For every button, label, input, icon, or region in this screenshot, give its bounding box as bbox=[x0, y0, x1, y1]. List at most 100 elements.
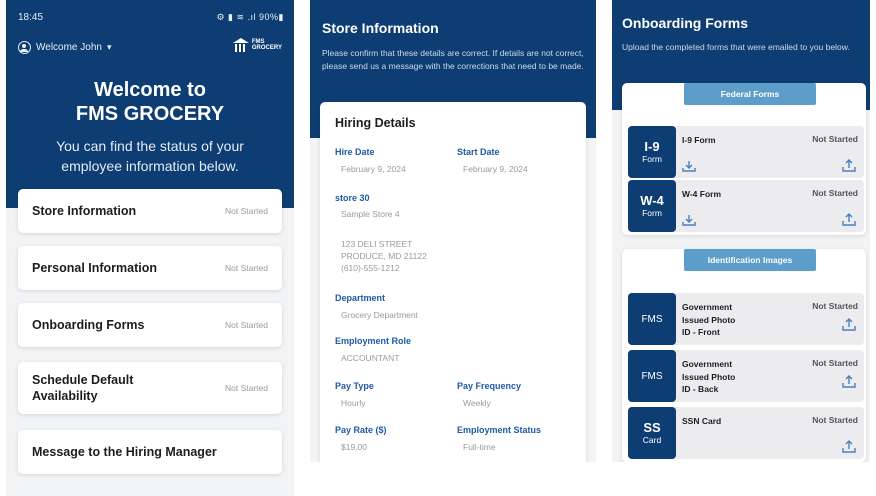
title-line1: Welcome to bbox=[94, 79, 206, 101]
employment-status-value: Full-time bbox=[463, 442, 496, 452]
title-line2: FMS GROCERY bbox=[75, 103, 225, 125]
upload-icon[interactable] bbox=[842, 212, 856, 226]
status-badge: Not Started bbox=[225, 206, 268, 216]
subtitle-line2: employee information below. bbox=[61, 158, 239, 174]
form-tile-i9: I-9 Form bbox=[628, 126, 676, 178]
hire-date-label: Hire Date bbox=[335, 147, 375, 157]
menu-item-schedule-availability[interactable]: Schedule Default Availability Not Starte… bbox=[18, 362, 282, 414]
address-line3: (610)-555-1212 bbox=[341, 263, 400, 273]
menu-item-store-information[interactable]: Store Information Not Started bbox=[18, 189, 282, 233]
form-row-i9: I-9 Form I-9 Form Not Started bbox=[628, 126, 864, 178]
department-label: Department bbox=[335, 293, 386, 303]
employment-role-value: ACCOUNTANT bbox=[341, 353, 400, 363]
form-tile-id-back: FMS bbox=[628, 350, 676, 402]
menu-item-personal-information[interactable]: Personal Information Not Started bbox=[18, 246, 282, 290]
menu-item-message-hiring-manager[interactable]: Message to the Hiring Manager bbox=[18, 430, 282, 474]
tile-sub: Card bbox=[642, 435, 662, 445]
status-badge: Not Started bbox=[225, 383, 268, 393]
form-name: W-4 Form bbox=[682, 189, 722, 199]
menu-item-label: Message to the Hiring Manager bbox=[32, 445, 217, 459]
hiring-details-card: Hiring Details Hire Date February 9, 202… bbox=[320, 102, 586, 462]
pay-rate-label: Pay Rate ($) bbox=[335, 425, 387, 435]
name-line3: ID - Back bbox=[682, 384, 719, 394]
status-badge: Not Started bbox=[812, 188, 858, 198]
federal-forms-heading: Federal Forms bbox=[684, 83, 816, 105]
menu-item-label: Onboarding Forms bbox=[32, 318, 145, 332]
welcome-screen: 18:45 ⚙ ▮ ≋ .ıl 90%▮ Welcome John ▾ FMS … bbox=[6, 0, 294, 496]
status-badge: Not Started bbox=[225, 320, 268, 330]
tile-sub: Form bbox=[642, 208, 662, 218]
form-tile-id-front: FMS bbox=[628, 293, 676, 345]
menu-item-label: Store Information bbox=[32, 204, 137, 218]
form-name: SSN Card bbox=[682, 416, 722, 426]
download-icon[interactable] bbox=[682, 214, 696, 226]
logo-line2: GROCERY bbox=[251, 45, 282, 51]
upload-icon[interactable] bbox=[842, 158, 856, 172]
tile-code: W-4 bbox=[640, 193, 664, 208]
menu-item-label: Personal Information bbox=[32, 261, 158, 275]
store-address: 123 DELI STREET PRODUCE, MD 21122 (610)-… bbox=[341, 238, 427, 274]
store-label: store 30 bbox=[335, 193, 370, 203]
status-badge: Not Started bbox=[812, 358, 858, 368]
page-title: Welcome to FMS GROCERY bbox=[6, 78, 294, 126]
tile-code: FMS bbox=[641, 370, 663, 382]
status-time: 18:45 bbox=[18, 12, 44, 23]
menu-item-onboarding-forms[interactable]: Onboarding Forms Not Started bbox=[18, 303, 282, 347]
employment-status-label: Employment Status bbox=[457, 425, 542, 435]
status-badge: Not Started bbox=[225, 263, 268, 273]
form-name: Government Issued Photo ID - Front bbox=[682, 301, 762, 339]
user-circle-icon bbox=[18, 40, 31, 54]
label-line2: Availability bbox=[32, 389, 98, 403]
form-tile-ssn-card: SS Card bbox=[628, 407, 676, 459]
store-information-screen: Store Information Please confirm that th… bbox=[310, 0, 596, 462]
status-badge: Not Started bbox=[812, 415, 858, 425]
pay-frequency-label: Pay Frequency bbox=[457, 381, 522, 391]
tile-code: FMS bbox=[641, 313, 663, 325]
identification-images-group: Identification Images FMS Government Iss… bbox=[622, 249, 866, 462]
store-info-title: Store Information bbox=[322, 20, 439, 36]
label-line1: Schedule Default bbox=[32, 373, 134, 387]
chevron-down-icon: ▾ bbox=[106, 41, 112, 52]
onboarding-title: Onboarding Forms bbox=[622, 15, 748, 31]
form-tile-w4: W-4 Form bbox=[628, 180, 676, 232]
name-line3: ID - Front bbox=[682, 327, 720, 337]
pay-type-value: Hourly bbox=[341, 398, 366, 408]
pay-type-label: Pay Type bbox=[335, 381, 374, 391]
name-line1: Government bbox=[682, 359, 733, 369]
employment-role-label: Employment Role bbox=[335, 336, 412, 346]
upload-icon[interactable] bbox=[842, 439, 856, 453]
user-menu[interactable]: Welcome John ▾ bbox=[18, 39, 112, 55]
store-name-value: Sample Store 4 bbox=[341, 209, 400, 219]
identification-images-heading: Identification Images bbox=[684, 249, 816, 271]
name-line2: Issued Photo bbox=[682, 314, 736, 325]
subtitle-line1: You can find the status of your bbox=[56, 138, 244, 154]
hire-date-value: February 9, 2024 bbox=[341, 164, 406, 174]
menu-item-label: Schedule Default Availability bbox=[32, 372, 225, 404]
store-info-description: Please confirm that these details are co… bbox=[322, 48, 584, 71]
status-bar: 18:45 ⚙ ▮ ≋ .ıl 90%▮ bbox=[18, 12, 284, 26]
download-icon[interactable] bbox=[682, 160, 696, 172]
start-date-label: Start Date bbox=[457, 147, 500, 157]
user-menu-label: Welcome John bbox=[36, 41, 102, 53]
status-badge: Not Started bbox=[812, 134, 858, 144]
upload-icon[interactable] bbox=[842, 374, 856, 388]
upload-icon[interactable] bbox=[842, 317, 856, 331]
fms-grocery-logo: FMS GROCERY bbox=[233, 38, 282, 52]
address-line2: PRODUCE, MD 21122 bbox=[341, 251, 427, 261]
hiring-details-title: Hiring Details bbox=[335, 116, 416, 130]
tile-code: SS bbox=[643, 420, 661, 435]
name-line1: Government bbox=[682, 302, 733, 312]
department-value: Grocery Department bbox=[341, 310, 418, 320]
page-subtitle: You can find the status of your employee… bbox=[6, 136, 294, 176]
tile-code: I-9 bbox=[644, 139, 660, 154]
system-icons: ⚙ ▮ ≋ .ıl 90%▮ bbox=[216, 12, 284, 22]
onboarding-forms-screen: Onboarding Forms Upload the completed fo… bbox=[612, 0, 870, 462]
name-line2: Issued Photo bbox=[682, 371, 736, 382]
onboarding-description: Upload the completed forms that were ema… bbox=[622, 42, 850, 52]
form-name: I-9 Form bbox=[682, 135, 716, 145]
federal-forms-group: Federal Forms I-9 Form I-9 Form Not Star… bbox=[622, 83, 866, 235]
form-name: Government Issued Photo ID - Back bbox=[682, 358, 762, 396]
tile-sub: Form bbox=[642, 154, 662, 164]
start-date-value: February 9, 2024 bbox=[463, 164, 528, 174]
form-row-id-back: FMS Government Issued Photo ID - Back No… bbox=[628, 350, 864, 402]
